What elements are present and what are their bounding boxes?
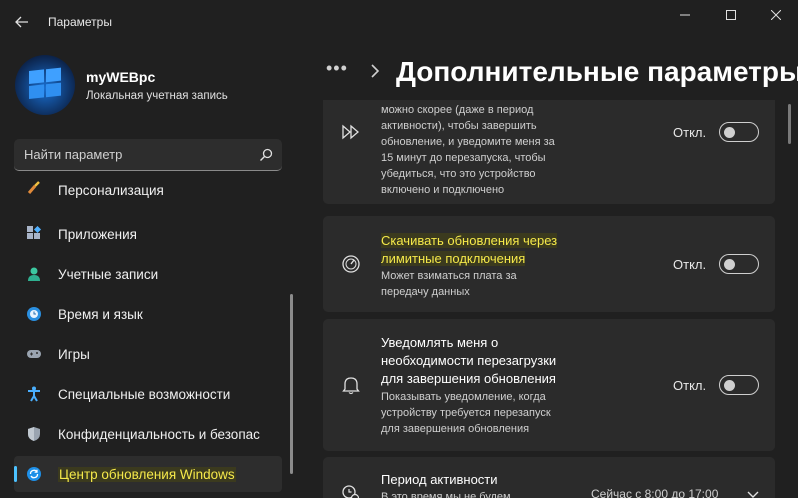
setting-card-metered-downloads: Скачивать обновления через лимитные подк… [323, 216, 775, 312]
toggle-group: Откл. [673, 375, 759, 395]
sidebar-item-apps[interactable]: Приложения [14, 216, 282, 252]
setting-title: Уведомлять меня о необходимости перезагр… [381, 335, 557, 386]
setting-description: можно скорее (даже в период активности),… [381, 104, 555, 196]
toggle-group: Откл. [673, 254, 759, 274]
search-icon[interactable] [258, 147, 274, 163]
sidebar-nav: Персонализация Приложения Учетные записи… [14, 174, 282, 498]
chevron-down-icon[interactable] [747, 491, 759, 498]
app-title: Параметры [48, 15, 112, 29]
toggle-state-label: Откл. [673, 377, 707, 393]
setting-title: Скачивать обновления через лимитные подк… [381, 233, 558, 266]
sidebar-item-privacy[interactable]: Конфиденциальность и безопас [14, 416, 282, 452]
title-bar: Параметры [0, 0, 798, 44]
chevron-right-icon [371, 64, 380, 78]
sidebar-scrollbar[interactable] [290, 294, 293, 474]
close-button[interactable] [753, 4, 798, 26]
user-name: myWEBpc [86, 69, 156, 85]
sidebar-item-label: Учетные записи [58, 266, 159, 282]
sidebar-item-windows-update[interactable]: Центр обновления Windows [14, 456, 282, 492]
globe-clock-icon [27, 307, 41, 321]
sidebar-item-label: Игры [58, 346, 90, 362]
accessibility-icon [28, 386, 40, 402]
setting-card-active-hours[interactable]: Период активности В это время мы не буде… [323, 457, 775, 498]
setting-card-restart-notify: Уведомлять меня о необходимости перезагр… [323, 319, 775, 451]
apps-icon [27, 226, 42, 239]
sync-icon [27, 467, 41, 481]
shield-icon [28, 427, 40, 441]
toggle-state-label: Откл. [673, 256, 707, 272]
setting-description: В это время мы не будем [381, 491, 511, 498]
maximize-icon [726, 10, 736, 20]
sidebar-item-accessibility[interactable]: Специальные возможности [14, 376, 282, 412]
sidebar-item-label: Специальные возможности [58, 386, 231, 402]
close-icon [771, 10, 781, 20]
sidebar-item-label: Время и язык [58, 306, 143, 322]
metered-downloads-toggle[interactable] [719, 254, 759, 274]
page-title: Дополнительные параметры [396, 56, 798, 87]
fast-forward-icon [342, 124, 359, 140]
person-icon [28, 267, 40, 281]
sidebar-item-label: Конфиденциальность и безопас [58, 426, 260, 442]
sidebar-item-label: Персонализация [58, 182, 164, 198]
setting-description: Может взиматься плата за передачу данных [381, 270, 517, 298]
setting-description: Показывать уведомление, когда устройству… [381, 391, 551, 435]
windows-logo-icon [15, 55, 75, 115]
content-scrollbar[interactable] [788, 104, 791, 144]
bell-icon [342, 377, 360, 395]
sidebar-item-label: Приложения [58, 226, 137, 242]
back-button[interactable] [8, 8, 36, 36]
clock-settings-icon [342, 485, 360, 498]
setting-card-restart-asap: можно скорее (даже в период активности),… [323, 100, 775, 204]
restart-asap-toggle[interactable] [719, 122, 759, 142]
sidebar-item-label: Центр обновления Windows [58, 466, 236, 482]
sidebar-item-accounts[interactable]: Учетные записи [14, 256, 282, 292]
setting-title: Период активности [381, 472, 498, 487]
account-type: Локальная учетная запись [86, 90, 228, 102]
sidebar-item-time-language[interactable]: Время и язык [14, 296, 282, 332]
minimize-button[interactable] [662, 4, 708, 26]
toggle-state-label: Откл. [673, 124, 707, 140]
toggle-group: Откл. [673, 122, 759, 142]
maximize-button[interactable] [708, 4, 754, 26]
sidebar-item-gaming[interactable]: Игры [14, 336, 282, 372]
brush-icon [27, 181, 40, 194]
avatar[interactable] [15, 55, 75, 115]
sidebar-item-personalization[interactable]: Персонализация [14, 174, 282, 208]
restart-notify-toggle[interactable] [719, 375, 759, 395]
minimize-icon [680, 14, 690, 16]
speedometer-icon [342, 255, 360, 273]
active-hours-value: Сейчас с 8:00 до 17:00 [591, 487, 719, 498]
arrow-left-icon [15, 16, 28, 28]
search-input[interactable] [24, 139, 249, 170]
breadcrumb-more-button[interactable]: ••• [326, 58, 348, 79]
gamepad-icon [27, 350, 41, 358]
search-box[interactable] [14, 139, 282, 171]
